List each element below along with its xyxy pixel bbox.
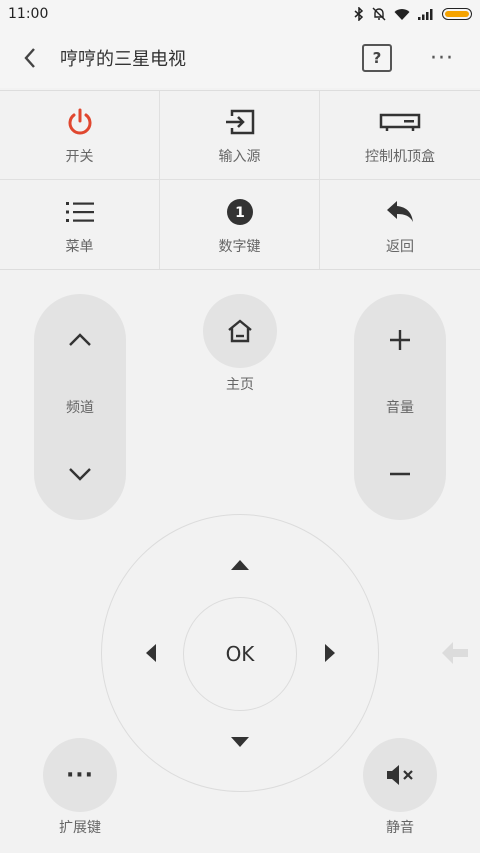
volume-control: 音量 xyxy=(354,294,446,520)
volume-label: 音量 xyxy=(386,400,414,416)
arrow-left-icon xyxy=(442,642,468,664)
input-source-button[interactable]: 输入源 xyxy=(160,91,320,180)
triangle-up-icon xyxy=(231,559,249,570)
number-keys-button[interactable]: 1 数字键 xyxy=(160,180,320,269)
wifi-icon xyxy=(394,8,410,20)
number-keys-icon: 1 xyxy=(226,198,253,225)
channel-label: 频道 xyxy=(66,400,94,416)
menu-button[interactable]: 菜单 xyxy=(0,180,160,269)
more-options-button[interactable]: ··· xyxy=(422,46,462,71)
set-top-box-icon xyxy=(379,113,421,131)
return-icon xyxy=(387,200,413,222)
dpad-up-button[interactable] xyxy=(220,544,260,584)
input-source-icon xyxy=(225,109,254,135)
menu-list-icon xyxy=(65,201,94,222)
chevron-left-icon xyxy=(24,48,35,68)
help-button[interactable]: ? xyxy=(362,44,392,72)
volume-down-button[interactable] xyxy=(354,444,446,504)
return-label: 返回 xyxy=(386,238,414,255)
power-label: 开关 xyxy=(65,149,94,165)
dpad-right-button[interactable] xyxy=(310,633,350,673)
mute-button[interactable] xyxy=(363,738,437,812)
bluetooth-icon xyxy=(354,7,364,21)
back-button[interactable] xyxy=(0,28,60,88)
ok-button[interactable]: OK xyxy=(183,597,297,711)
signal-icon xyxy=(418,9,433,20)
triangle-down-icon xyxy=(231,736,249,747)
channel-control: 频道 xyxy=(34,294,126,520)
battery-icon xyxy=(442,8,472,20)
minus-icon xyxy=(390,472,410,476)
triangle-right-icon xyxy=(324,644,335,662)
channel-down-button[interactable] xyxy=(34,444,126,504)
input-source-label: 输入源 xyxy=(218,149,261,165)
return-button[interactable]: 返回 xyxy=(320,180,480,269)
more-dots-icon: ··· xyxy=(65,762,95,788)
chevron-down-icon xyxy=(69,468,91,481)
extended-keys-button[interactable]: ··· xyxy=(43,738,117,812)
dpad-down-button[interactable] xyxy=(220,722,260,762)
plus-icon xyxy=(390,330,410,350)
number-keys-badge: 1 xyxy=(235,205,245,221)
status-time: 11:00 xyxy=(8,6,49,22)
set-top-box-label: 控制机顶盒 xyxy=(365,149,435,165)
channel-up-button[interactable] xyxy=(34,310,126,370)
function-grid: 开关 输入源 控制机顶盒 菜单 1 数字键 返回 xyxy=(0,90,480,270)
power-button[interactable]: 开关 xyxy=(0,91,160,180)
status-icons xyxy=(354,7,472,21)
mute-label: 静音 xyxy=(386,820,414,836)
home-button[interactable] xyxy=(203,294,277,368)
dpad-left-button[interactable] xyxy=(130,633,170,673)
menu-label: 菜单 xyxy=(65,238,94,255)
page-title: 哼哼的三星电视 xyxy=(60,49,186,70)
set-top-box-button[interactable]: 控制机顶盒 xyxy=(320,91,480,180)
notifications-off-icon xyxy=(372,7,386,21)
triangle-left-icon xyxy=(145,644,156,662)
mute-icon xyxy=(387,765,413,785)
status-bar: 11:00 xyxy=(0,0,480,28)
number-keys-label: 数字键 xyxy=(218,238,261,255)
home-label: 主页 xyxy=(226,377,254,393)
power-icon xyxy=(68,108,91,135)
app-bar: 哼哼的三星电视 ? ··· xyxy=(0,28,480,88)
chevron-up-icon xyxy=(69,333,91,346)
extended-keys-label: 扩展键 xyxy=(59,820,101,836)
volume-up-button[interactable] xyxy=(354,310,446,370)
swipe-hint-arrow[interactable] xyxy=(440,640,470,670)
home-icon xyxy=(228,319,252,343)
